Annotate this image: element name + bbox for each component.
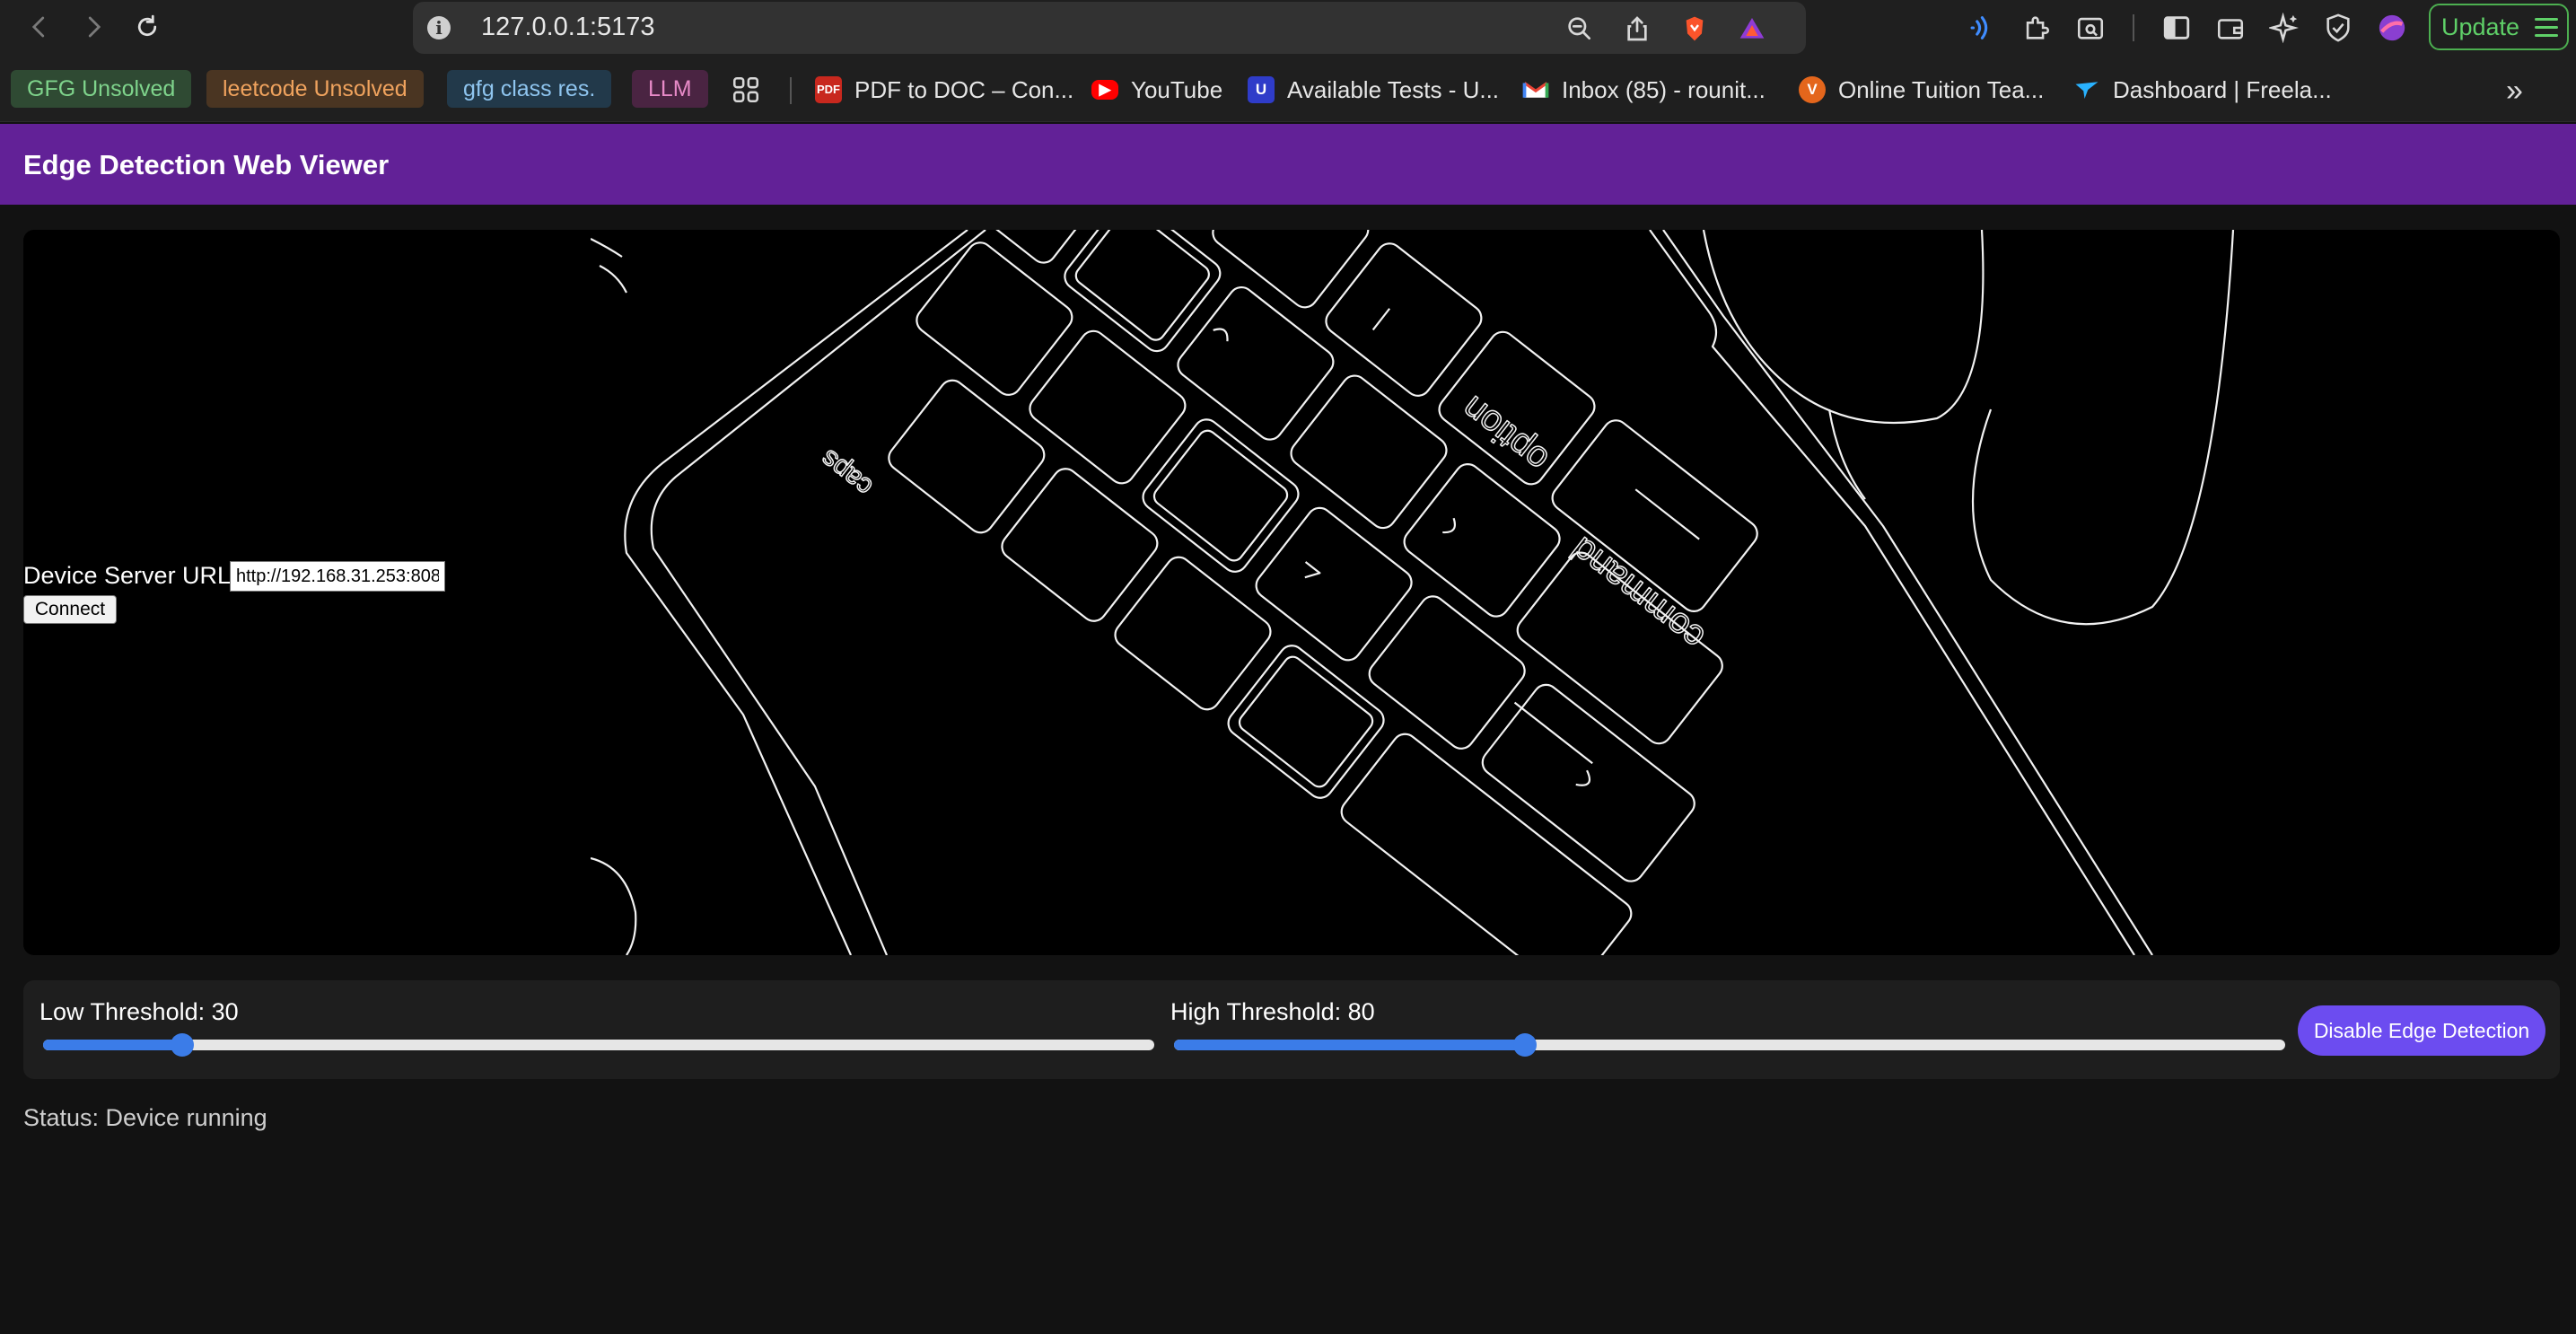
bookmark-label: Available Tests - U... (1287, 75, 1500, 103)
profile-avatar-icon[interactable] (2375, 11, 2409, 45)
audio-playing-icon[interactable] (1964, 11, 1998, 45)
leo-ai-icon[interactable] (2267, 11, 2301, 45)
high-threshold-fill (1174, 1040, 1526, 1050)
svg-text:caps: caps (815, 443, 878, 502)
bookmark-label: Online Tuition Tea... (1838, 75, 2045, 103)
bookmarks-divider (790, 77, 792, 104)
vpn-shield-icon[interactable] (2321, 11, 2355, 45)
zoom-out-icon[interactable] (1564, 13, 1596, 45)
high-threshold-slider[interactable] (1174, 1033, 2285, 1057)
bookmark-label: LLM (648, 76, 692, 101)
low-threshold-slider[interactable] (43, 1033, 1154, 1057)
more-bookmarks-button[interactable]: » (2506, 74, 2523, 109)
browser-toolbar: i 127.0.0.1:5173 Update (0, 0, 2576, 57)
bookmark-label: gfg class res. (463, 76, 596, 101)
gmail-icon (1522, 76, 1549, 103)
high-threshold-thumb[interactable] (1513, 1033, 1538, 1057)
toolbar-divider (2133, 14, 2134, 41)
site-info-icon[interactable]: i (427, 16, 451, 39)
status-text: Status: Device running (23, 1104, 267, 1131)
low-threshold-fill (43, 1040, 182, 1050)
bookmarks-bar: GFG Unsolved leetcode Unsolved gfg class… (0, 57, 2576, 122)
back-button[interactable] (22, 9, 57, 45)
high-threshold-label: High Threshold: 80 (1170, 998, 1375, 1025)
bookmark-label: PDF to DOC – Con... (854, 75, 1074, 103)
bookmark-dashboard-freelancer[interactable]: Dashboard | Freela... (2073, 72, 2332, 108)
chevron-right-icon (88, 16, 101, 38)
bookmark-folder-leetcode-unsolved[interactable]: leetcode Unsolved (206, 70, 424, 108)
pdf-icon: PDF (815, 76, 842, 103)
bookmark-label: Inbox (85) - rounit... (1562, 75, 1766, 103)
chevron-left-icon (31, 16, 45, 38)
svg-text:command: command (1564, 530, 1712, 658)
hamburger-menu-icon (2535, 18, 2558, 38)
share-icon[interactable] (1621, 13, 1653, 45)
bookmark-label: leetcode Unsolved (223, 76, 407, 101)
wallet-icon[interactable] (2213, 11, 2247, 45)
device-url-input[interactable] (230, 561, 445, 592)
brave-rewards-icon[interactable] (1736, 13, 1768, 45)
bird-icon (2073, 76, 2100, 103)
bookmark-online-tuition[interactable]: V Online Tuition Tea... (1799, 72, 2044, 108)
extensions-icon[interactable] (2020, 11, 2054, 45)
connect-button[interactable]: Connect (23, 595, 117, 624)
bookmark-pdf-to-doc[interactable]: PDF PDF to DOC – Con... (815, 72, 1073, 108)
bookmark-label: YouTube (1131, 75, 1223, 103)
bookmark-label: Dashboard | Freela... (2113, 75, 2332, 103)
low-threshold-label: Low Threshold: 30 (39, 998, 239, 1025)
svg-text:option: option (1454, 388, 1555, 479)
edge-detection-frame: option command caps (591, 230, 2235, 955)
reader-mode-icon[interactable] (2073, 11, 2107, 45)
update-button[interactable]: Update (2429, 4, 2569, 50)
threshold-controls: Low Threshold: 30 High Threshold: 80 Dis… (23, 980, 2560, 1079)
update-label: Update (2441, 13, 2520, 40)
low-threshold-thumb[interactable] (170, 1033, 194, 1057)
bookmark-available-tests[interactable]: U Available Tests - U... (1248, 72, 1499, 108)
url-text[interactable]: 127.0.0.1:5173 (481, 13, 655, 42)
bookmark-youtube[interactable]: ▶ YouTube (1091, 72, 1222, 108)
reload-icon (137, 14, 157, 37)
brave-shield-icon[interactable] (1678, 13, 1711, 45)
v-icon: V (1799, 76, 1826, 103)
device-url-label: Device Server URL: (23, 562, 238, 589)
reload-button[interactable] (129, 9, 165, 45)
disable-edge-detection-button[interactable]: Disable Edge Detection (2298, 1005, 2545, 1056)
sidebar-icon[interactable] (2160, 11, 2194, 45)
youtube-icon: ▶ (1091, 80, 1118, 100)
bookmark-folder-gfg-unsolved[interactable]: GFG Unsolved (11, 70, 192, 108)
bookmark-folder-llm[interactable]: LLM (632, 70, 708, 108)
page-title: Edge Detection Web Viewer (23, 149, 390, 180)
app-header: Edge Detection Web Viewer (0, 124, 2576, 205)
bookmark-gmail-inbox[interactable]: Inbox (85) - rounit... (1522, 72, 1766, 108)
bookmark-label: GFG Unsolved (27, 76, 176, 101)
bookmark-folder-gfg-class-res[interactable]: gfg class res. (447, 70, 612, 108)
u-icon: U (1248, 76, 1275, 103)
apps-grid-icon (732, 76, 759, 103)
edge-video-viewer: option command caps Device Server URL: (23, 230, 2560, 955)
address-bar[interactable]: i 127.0.0.1:5173 (413, 2, 1806, 54)
forward-button[interactable] (75, 9, 111, 45)
apps-grid-button[interactable] (731, 72, 761, 108)
